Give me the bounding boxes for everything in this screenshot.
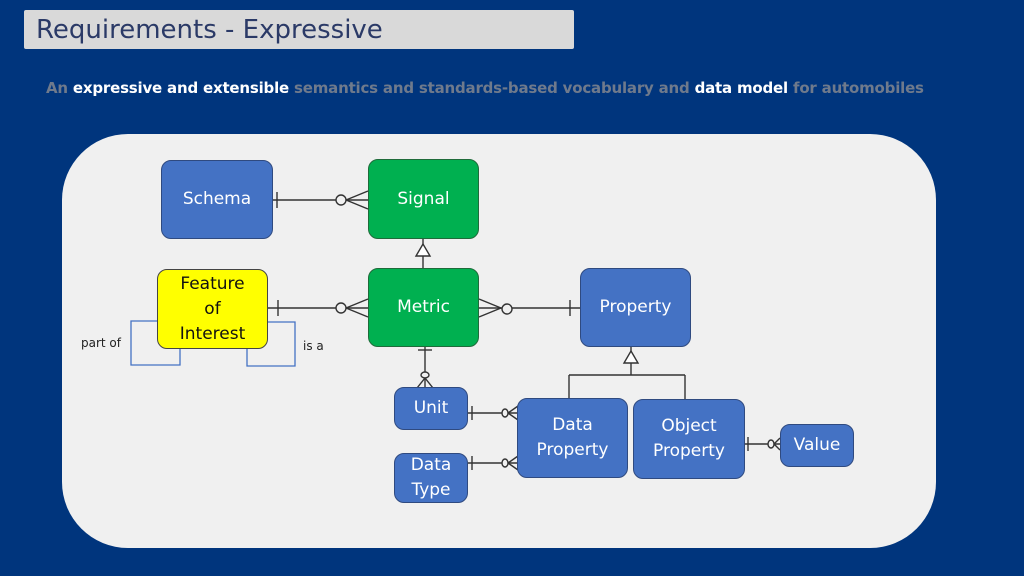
entity-metric[interactable]: Metric <box>368 268 479 347</box>
subtitle-segment: semantics and standards-based vocabulary… <box>289 79 695 97</box>
slide-title: Requirements - Expressive <box>24 10 574 49</box>
part-of-label: part of <box>81 336 121 350</box>
entity-property[interactable]: Property <box>580 268 691 347</box>
entity-schema[interactable]: Schema <box>161 160 273 239</box>
is-a-label: is a <box>303 339 324 353</box>
subtitle-segment: for automobiles <box>787 79 924 97</box>
subtitle-emphasis: data model <box>694 79 789 97</box>
subtitle-emphasis: expressive and extensible <box>72 79 290 97</box>
slide-subtitle: An expressive and extensible semantics a… <box>46 79 1006 97</box>
entity-data-property[interactable]: Data Property <box>517 398 628 478</box>
entity-signal[interactable]: Signal <box>368 159 479 239</box>
entity-data-type[interactable]: Data Type <box>394 453 468 503</box>
entity-object-property[interactable]: Object Property <box>633 399 745 479</box>
entity-value[interactable]: Value <box>780 424 854 467</box>
subtitle-segment: An <box>46 79 73 97</box>
entity-feature-of-interest[interactable]: Feature of Interest <box>157 269 268 349</box>
entity-unit[interactable]: Unit <box>394 387 468 430</box>
